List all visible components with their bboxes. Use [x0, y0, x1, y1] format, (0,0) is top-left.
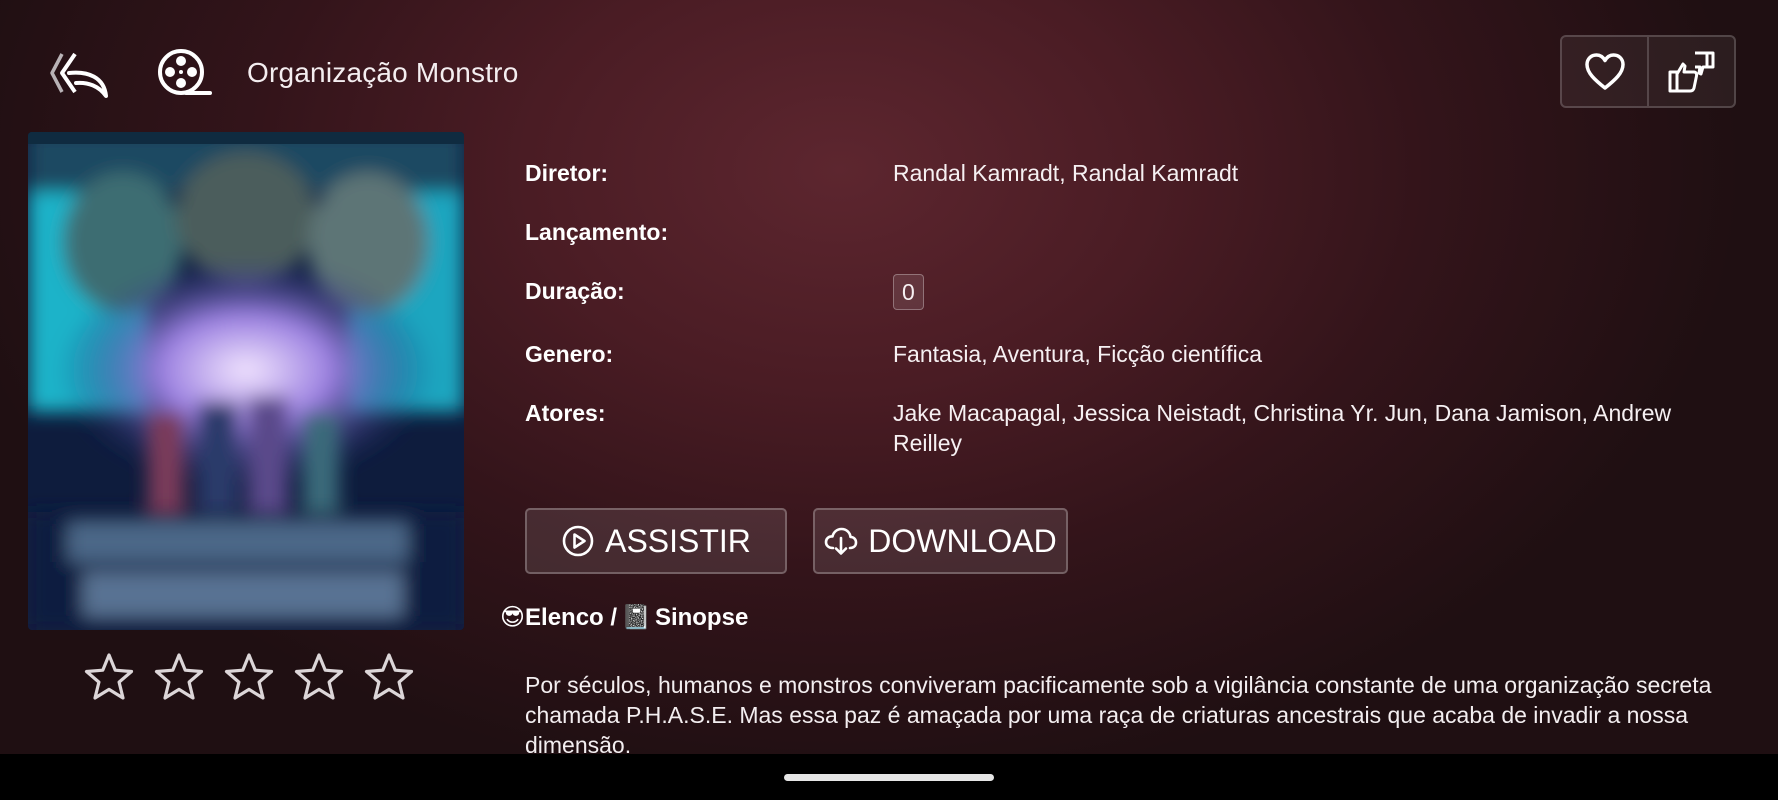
director-row: Diretor: Randal Kamradt, Randal Kamradt	[525, 158, 1715, 188]
duration-row: Duração: 0	[525, 274, 1715, 310]
favorite-button[interactable]	[1562, 37, 1647, 106]
star-rating	[84, 652, 414, 702]
watch-button[interactable]: ASSISTIR	[525, 508, 787, 574]
thumbs-up-down-icon	[1668, 51, 1714, 92]
film-reel-icon	[156, 48, 212, 98]
actors-value: Jake Macapagal, Jessica Neistadt, Christ…	[893, 400, 1672, 456]
movie-poster	[28, 132, 464, 630]
genre-label: Genero:	[525, 341, 614, 367]
genre-value: Fantasia, Aventura, Ficção científica	[893, 341, 1263, 367]
star-icon[interactable]	[294, 652, 344, 702]
watch-label: ASSISTIR	[605, 522, 751, 559]
cloud-download-icon	[824, 527, 858, 555]
synopsis-text: Por séculos, humanos e monstros conviver…	[525, 672, 1712, 754]
heart-icon	[1584, 52, 1625, 90]
header-actions	[1560, 35, 1736, 108]
download-button[interactable]: DOWNLOAD	[813, 508, 1068, 574]
page-title: Organização Monstro	[247, 57, 519, 88]
duration-label: Duração:	[525, 278, 625, 304]
director-label: Diretor:	[525, 160, 609, 186]
star-icon[interactable]	[84, 652, 134, 702]
star-icon[interactable]	[154, 652, 204, 702]
back-arrow-icon	[50, 52, 108, 98]
rate-button[interactable]	[1647, 37, 1734, 106]
star-icon[interactable]	[364, 652, 414, 702]
back-button[interactable]	[48, 46, 110, 100]
star-icon[interactable]	[224, 652, 274, 702]
actors-row: Atores: Jake Macapagal, Jessica Neistadt…	[525, 398, 1715, 458]
play-circle-icon	[562, 525, 594, 557]
cast-synopsis-heading[interactable]: 😎Elenco / 📓 Sinopse	[500, 602, 748, 634]
synopsis-label: Sinopse	[654, 604, 749, 631]
cast-label: 😎Elenco /	[500, 604, 618, 631]
director-value: Randal Kamradt, Randal Kamradt	[893, 160, 1239, 186]
system-nav-bar	[0, 754, 1778, 800]
download-label: DOWNLOAD	[868, 522, 1057, 559]
duration-badge: 0	[893, 274, 924, 310]
genre-row: Genero: Fantasia, Aventura, Ficção cient…	[525, 339, 1715, 369]
release-row: Lançamento:	[525, 217, 1715, 247]
home-indicator[interactable]	[784, 774, 994, 781]
actors-label: Atores:	[525, 400, 606, 426]
movie-details: Diretor: Randal Kamradt, Randal Kamradt …	[525, 158, 1715, 487]
notebook-icon: 📓	[621, 604, 651, 631]
release-label: Lançamento:	[525, 219, 669, 245]
